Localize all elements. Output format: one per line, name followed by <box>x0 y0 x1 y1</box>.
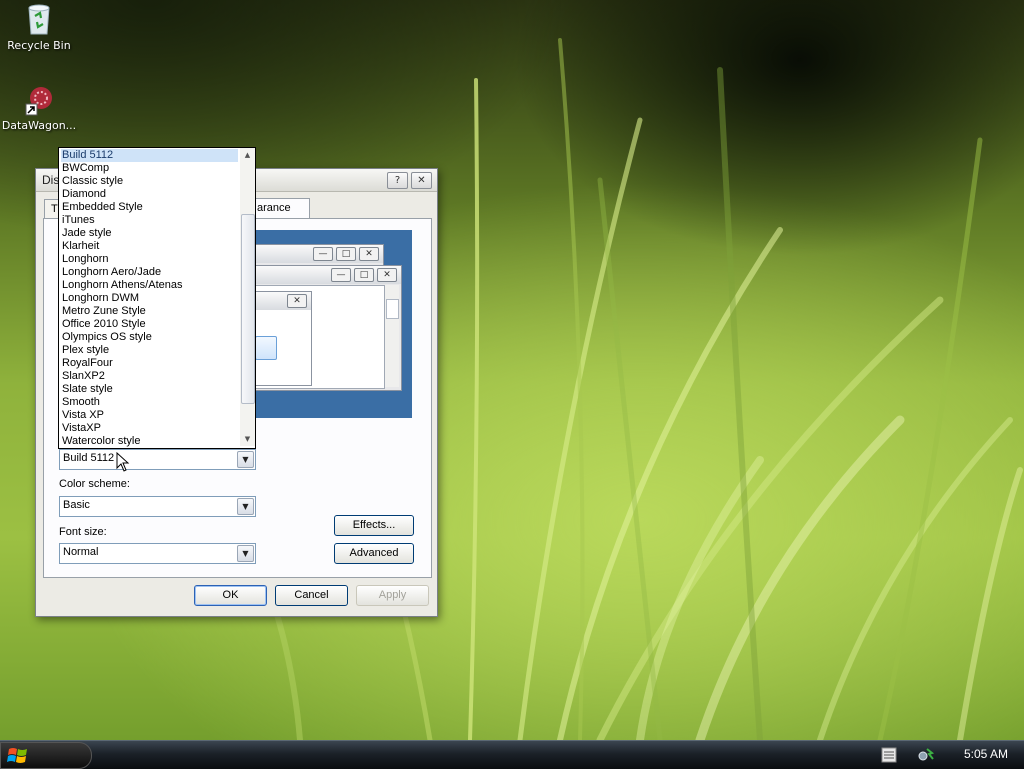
preview-titlebar: — □ ✕ <box>255 266 401 284</box>
preview-message-box: ✕ <box>254 291 312 386</box>
windows-logo-icon <box>7 748 27 763</box>
ok-button[interactable]: OK <box>194 585 267 606</box>
effects-button[interactable]: Effects... <box>334 515 414 536</box>
dropdown-scrollbar[interactable]: ▲ ▼ <box>240 148 255 446</box>
cancel-button[interactable]: Cancel <box>275 585 348 606</box>
dropdown-item[interactable]: Build 5112 <box>61 149 238 162</box>
maximize-icon: □ <box>354 268 374 282</box>
color-scheme-value: Basic <box>63 499 90 511</box>
close-icon: ✕ <box>359 247 379 261</box>
dropdown-item[interactable]: Longhorn Aero/Jade <box>61 266 238 279</box>
network-icon[interactable] <box>917 747 935 763</box>
scroll-down-icon[interactable]: ▼ <box>240 433 255 445</box>
desktop-icon-datawagon[interactable]: DataWagon... <box>0 84 78 132</box>
dropdown-item[interactable]: Embedded Style <box>61 201 238 214</box>
minimize-icon: — <box>331 268 351 282</box>
windows-style-value: Build 5112 <box>63 452 115 464</box>
scroll-up-icon[interactable]: ▲ <box>240 149 255 161</box>
dropdown-item[interactable]: Office 2010 Style <box>61 318 238 331</box>
recycle-bin-icon <box>28 4 50 35</box>
close-button[interactable]: ✕ <box>411 172 432 189</box>
color-scheme-label: Color scheme: <box>59 478 130 490</box>
close-icon: ✕ <box>287 294 307 308</box>
dropdown-item[interactable]: Metro Zune Style <box>61 305 238 318</box>
preview-titlebar: — □ ✕ <box>255 245 383 263</box>
dropdown-item[interactable]: VistaXP <box>61 422 238 435</box>
scroll-thumb[interactable] <box>241 214 255 404</box>
keyboard-icon[interactable] <box>881 746 897 764</box>
minimize-icon: — <box>313 247 333 261</box>
desktop-icon-label: DataWagon... <box>1 119 77 132</box>
dropdown-item[interactable]: Smooth <box>61 396 238 409</box>
help-button[interactable]: ? <box>387 172 408 189</box>
font-size-label: Font size: <box>59 526 107 538</box>
dropdown-item[interactable]: BWComp <box>61 162 238 175</box>
preview-scroll-thumb <box>386 299 399 319</box>
dialog-title: Dis <box>42 173 60 187</box>
dropdown-item[interactable]: Classic style <box>61 175 238 188</box>
dropdown-item[interactable]: Klarheit <box>61 240 238 253</box>
windows-style-select[interactable]: Build 5112 ▼ <box>59 449 256 470</box>
preview-scrollbar <box>385 285 399 387</box>
color-scheme-select[interactable]: Basic ▼ <box>59 496 256 517</box>
tab-appearance[interactable]: arance <box>250 198 310 219</box>
advanced-button[interactable]: Advanced <box>334 543 414 564</box>
windows-style-dropdown-list[interactable]: Build 5112 BWComp Classic style Diamond Embe… <box>58 147 256 449</box>
chevron-down-icon[interactable]: ▼ <box>237 451 254 468</box>
dropdown-item[interactable]: Diamond <box>61 188 238 201</box>
dropdown-item[interactable]: Watercolor style <box>61 435 238 448</box>
dropdown-item[interactable]: Longhorn <box>61 253 238 266</box>
taskbar: 5:05 AM <box>0 740 1024 769</box>
close-icon: ✕ <box>377 268 397 282</box>
system-tray: 5:05 AM <box>879 741 1024 769</box>
chevron-down-icon[interactable]: ▼ <box>237 498 254 515</box>
dropdown-item[interactable]: Plex style <box>61 344 238 357</box>
preview-button <box>255 336 277 360</box>
dropdown-item[interactable]: iTunes <box>61 214 238 227</box>
desktop-icon-label: Recycle Bin <box>7 39 71 52</box>
datawagon-icon <box>25 87 52 116</box>
dropdown-item[interactable]: Jade style <box>61 227 238 240</box>
apply-button[interactable]: Apply <box>356 585 429 606</box>
dropdown-item[interactable]: Olympics OS style <box>61 331 238 344</box>
dropdown-item[interactable]: Longhorn Athens/Atenas <box>61 279 238 292</box>
dropdown-item[interactable]: RoyalFour <box>61 357 238 370</box>
chevron-down-icon[interactable]: ▼ <box>237 545 254 562</box>
clock[interactable]: 5:05 AM <box>964 747 1008 761</box>
preview-titlebar: ✕ <box>255 292 311 310</box>
dropdown-item[interactable]: Slate style <box>61 383 238 396</box>
desktop-icon-recycle-bin[interactable]: Recycle Bin <box>0 2 78 52</box>
maximize-icon: □ <box>336 247 356 261</box>
dropdown-item[interactable]: Longhorn DWM <box>61 292 238 305</box>
appearance-preview: — □ ✕ — □ ✕ ✕ <box>254 230 412 418</box>
start-button[interactable] <box>0 742 92 769</box>
dropdown-item[interactable]: SlanXP2 <box>61 370 238 383</box>
font-size-select[interactable]: Normal ▼ <box>59 543 256 564</box>
dropdown-item[interactable]: Vista XP <box>61 409 238 422</box>
font-size-value: Normal <box>63 546 99 558</box>
mouse-cursor-icon <box>116 452 130 472</box>
